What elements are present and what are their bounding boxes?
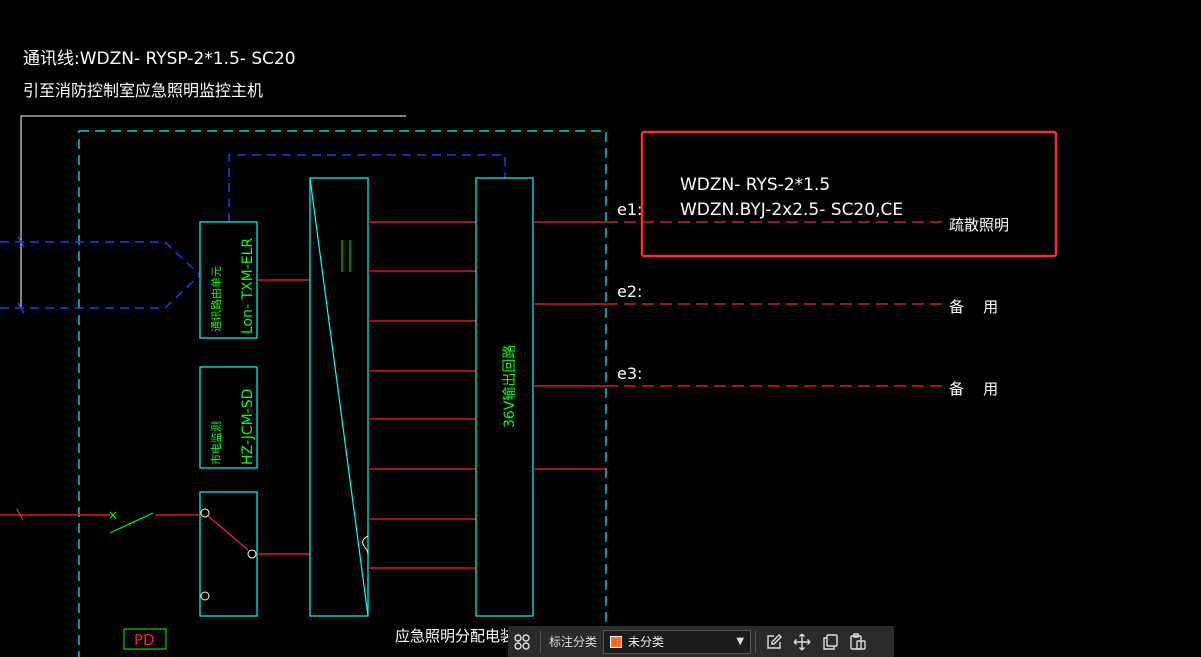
switch-blade [207,515,249,551]
circuit-e1-load: 疏散照明 [949,216,1009,234]
copy-icon[interactable] [816,628,844,656]
header-line-2: 引至消防控制室应急照明监控主机 [23,81,263,100]
category-select[interactable]: 未分类 ▼ [603,629,752,654]
blue-comm-line-top [0,241,201,276]
breaker-x-mark: × [108,508,118,522]
category-label: 标注分类 [549,635,598,649]
toolbar-divider [755,630,757,653]
power-monitor-model: HZ-JCM-SD [240,389,256,465]
move-icon[interactable] [788,628,816,656]
edit-icon[interactable] [760,628,788,656]
switch-contact-bottom [200,591,210,601]
circuit-e2-load: 备 用 [949,298,998,316]
annotation-toolbar: 标注分类 未分类 ▼ [508,626,894,657]
circuit-e2-id: e2: [617,282,642,301]
grid-icon[interactable] [508,628,536,656]
paste-icon[interactable] [844,628,872,656]
category-color-swatch [610,635,623,648]
output-lines-internal [533,221,606,470]
cable-spec-1: WDZN- RYS-2*1.5 [680,175,830,195]
output-module-label: 36V输出回路 [502,345,518,428]
cad-drawing-canvas[interactable]: 通讯线:WDZN- RYSP-2*1.5- SC20 引至消防控制室应急照明监控… [0,0,1201,657]
pd-tag: PD [134,631,155,649]
comm-unit-model: Lon- TXM-ELR [240,238,256,334]
power-monitor-label: 市电监测 [209,421,223,465]
cable-spec-2: WDZN.BYJ-2x2.5- SC20,CE [680,200,903,220]
internal-bus-lines [368,221,476,569]
device-enclosure [78,130,607,657]
output-lines-external [606,221,945,387]
category-value: 未分类 [628,635,665,649]
blue-comm-line-bottom [0,274,201,309]
blue-comm-loop [228,154,506,222]
circuit-e1-id: e1: [617,200,642,219]
switch-contact-right [247,549,257,559]
converter-diagonal [309,177,369,617]
circuit-e3-load: 备 用 [949,380,998,398]
switch-contact-top [200,508,210,518]
ac-symbol [362,535,369,555]
chevron-down-icon: ▼ [736,636,745,647]
header-line-1: 通讯线:WDZN- RYSP-2*1.5- SC20 [23,49,296,69]
toolbar-divider [540,630,541,653]
comm-unit-label: 通讯路由单元 [209,266,223,332]
circuit-e3-id: e3: [617,364,642,383]
